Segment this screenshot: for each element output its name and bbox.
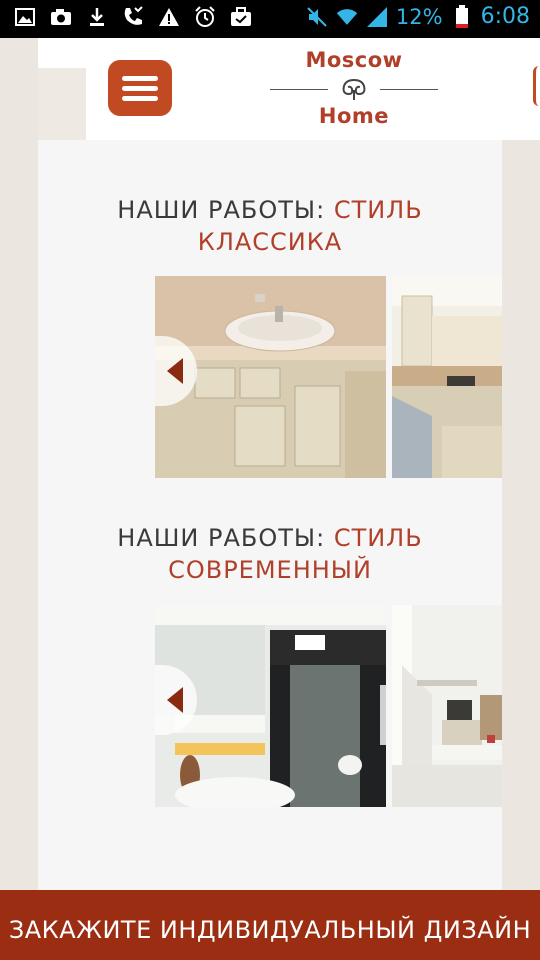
clock-time: 6:08	[480, 4, 530, 29]
battery-icon	[451, 4, 473, 28]
battery-percent: 12%	[395, 4, 443, 29]
header-secondary-button[interactable]	[533, 66, 540, 106]
section-title-accent: СТИЛЬ	[333, 524, 423, 552]
classic-kitchen-image	[392, 276, 502, 478]
gallery-slide-image[interactable]	[392, 605, 502, 807]
site-logo[interactable]: Moscow Home	[268, 46, 440, 132]
menu-button[interactable]	[108, 60, 172, 116]
notification-icons	[14, 6, 252, 28]
modern-living-room-image	[392, 605, 502, 807]
download-icon	[86, 6, 108, 28]
hamburger-menu-icon	[122, 95, 158, 101]
gallery-slider-modern[interactable]	[155, 605, 502, 807]
logo-text-bottom: Home	[318, 104, 390, 128]
logo-divider-left	[270, 89, 328, 90]
order-design-banner[interactable]: ЗАКАЖИТЕ ИНДИВИДУАЛЬНЫЙ ДИЗАЙН	[0, 890, 540, 960]
briefcase-icon	[230, 6, 252, 28]
system-indicators: 12% 6:08	[306, 4, 530, 29]
section-title-style: СОВРЕМЕННЫЙ	[168, 556, 372, 584]
status-bar: 12% 6:08	[0, 0, 540, 38]
section-title-modern: НАШИ РАБОТЫ: СТИЛЬ СОВРЕМЕННЫЙ	[38, 522, 502, 586]
hamburger-menu-icon	[122, 85, 158, 91]
section-title-accent: СТИЛЬ	[333, 196, 423, 224]
section-title-prefix: НАШИ РАБОТЫ:	[117, 524, 326, 552]
alarm-icon	[194, 6, 216, 28]
logo-divider-right	[380, 89, 438, 90]
header-strip	[38, 38, 86, 68]
logo-text-top: Moscow	[305, 48, 403, 72]
mute-icon	[306, 6, 328, 28]
missed-call-icon	[122, 6, 144, 28]
section-title-style: КЛАССИКА	[197, 228, 343, 256]
hamburger-menu-icon	[122, 75, 158, 81]
page-side-left	[0, 38, 38, 890]
logo-ornament-icon	[342, 79, 366, 100]
gallery-slider-classic[interactable]	[155, 276, 502, 478]
page-side-right	[502, 38, 540, 890]
section-title-prefix: НАШИ РАБОТЫ:	[117, 196, 326, 224]
image-icon	[14, 6, 36, 28]
camera-icon	[50, 6, 72, 28]
main-content: НАШИ РАБОТЫ: СТИЛЬ КЛАССИКА НАШИ РАБОТЫ:…	[38, 140, 502, 890]
arrow-left-icon	[167, 358, 183, 384]
arrow-left-icon	[167, 687, 183, 713]
order-design-text: ЗАКАЖИТЕ ИНДИВИДУАЛЬНЫЙ ДИЗАЙН	[8, 916, 532, 944]
wifi-icon	[336, 6, 358, 28]
warning-icon	[158, 6, 180, 28]
section-title-classic: НАШИ РАБОТЫ: СТИЛЬ КЛАССИКА	[38, 194, 502, 258]
signal-icon	[366, 6, 388, 28]
gallery-slide-image[interactable]	[392, 276, 502, 478]
